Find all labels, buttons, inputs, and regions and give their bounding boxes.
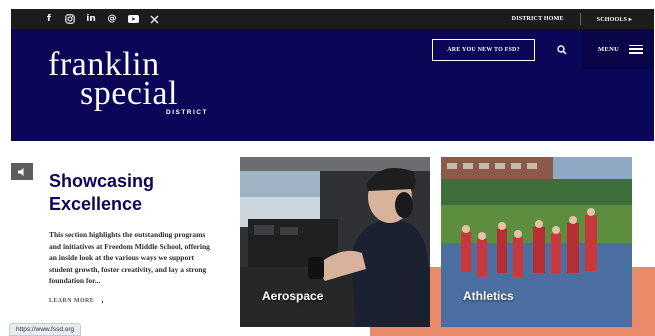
logo-line-special: special	[80, 75, 178, 112]
top-links: DISTRICT HOME SCHOOLS ▸	[512, 9, 632, 29]
linkedin-icon[interactable]: in	[85, 13, 97, 25]
learn-more-label: LEARN MORE	[49, 298, 95, 304]
youtube-icon[interactable]	[127, 13, 139, 25]
threads-glyph: @	[107, 14, 117, 24]
chevron-right-icon: ›	[101, 296, 105, 306]
menu-label: MENU	[598, 45, 620, 53]
heading-line-2: Excellence	[49, 194, 143, 214]
logo-line-district: DISTRICT	[166, 109, 208, 116]
linkedin-glyph: in	[86, 14, 96, 24]
site-header: franklin special DISTRICT ARE YOU NEW TO…	[11, 29, 654, 141]
learn-more-link[interactable]: LEARN MORE ›	[49, 297, 219, 306]
search-icon[interactable]	[554, 42, 570, 58]
feature-heading: Showcasing Excellence	[49, 170, 219, 216]
feature-description: This section highlights the outstanding …	[49, 230, 210, 285]
menu-button[interactable]: MENU	[582, 29, 654, 69]
aerospace-label: Aerospace	[262, 289, 324, 303]
facebook-icon[interactable]: f	[43, 13, 55, 25]
hamburger-icon	[629, 44, 644, 54]
new-to-fsd-button[interactable]: ARE YOU NEW TO FSD?	[432, 39, 535, 61]
page: f in @ DISTRICT HOME SCHOOLS ▸ franklin …	[0, 0, 655, 336]
status-bar-url: https://www.fssd.org	[9, 323, 82, 336]
social-links: f in @	[43, 13, 169, 25]
speaker-icon[interactable]	[11, 163, 33, 180]
athletics-label: Athletics	[463, 289, 514, 303]
athletics-card[interactable]: Athletics	[441, 157, 632, 327]
top-utility-bar: f in @ DISTRICT HOME SCHOOLS ▸	[11, 9, 654, 29]
heading-line-1: Showcasing	[49, 171, 155, 191]
district-home-link[interactable]: DISTRICT HOME	[512, 16, 564, 22]
facebook-glyph: f	[47, 14, 51, 24]
threads-icon[interactable]: @	[106, 13, 118, 25]
aerospace-card[interactable]: Aerospace	[240, 157, 430, 327]
franklin-special-district-logo[interactable]: franklin special DISTRICT	[48, 48, 208, 117]
schools-link[interactable]: SCHOOLS ▸	[597, 16, 632, 23]
top-divider	[579, 13, 581, 25]
instagram-icon[interactable]	[64, 13, 76, 25]
x-icon[interactable]	[148, 13, 160, 25]
feature-section: Showcasing Excellence This section highl…	[49, 170, 219, 306]
